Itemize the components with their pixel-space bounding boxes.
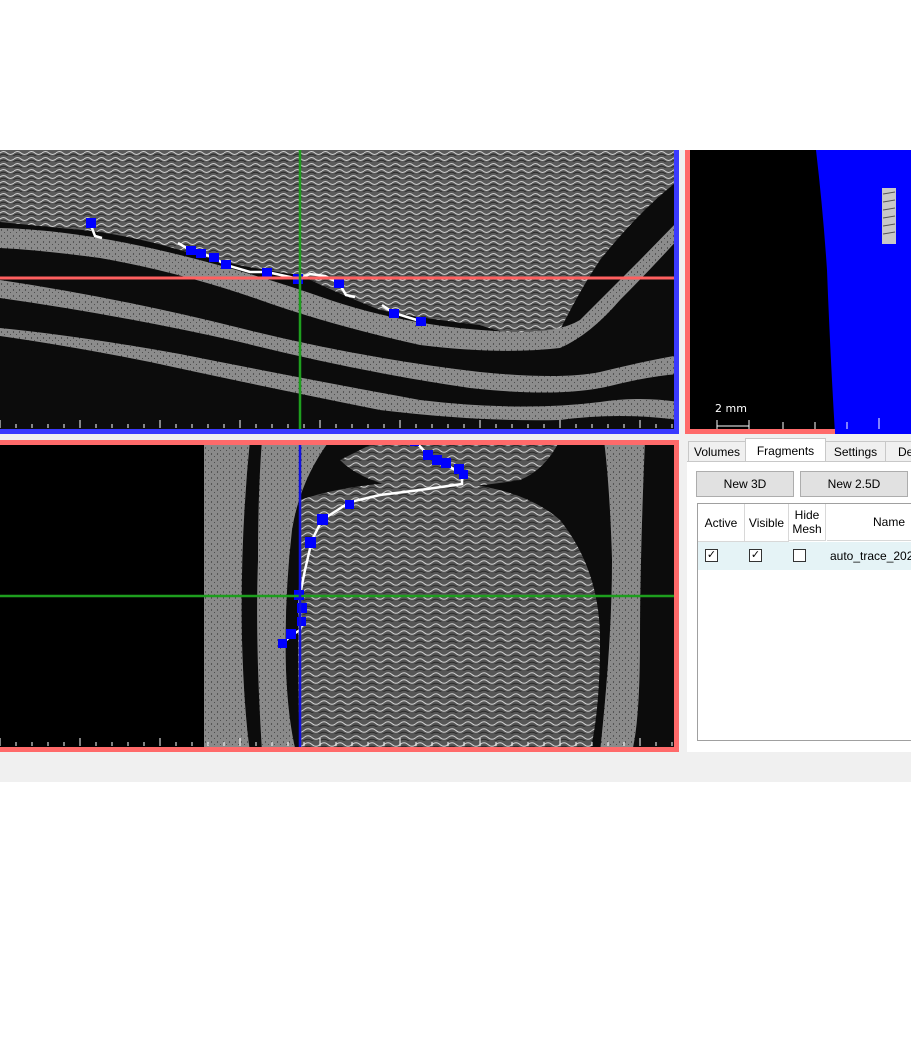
check-icon: ✓ — [750, 549, 761, 561]
overview-view[interactable]: 2 mm — [685, 150, 911, 434]
status-bar — [0, 752, 911, 782]
fragment-name[interactable]: auto_trace_2025 — [830, 542, 911, 570]
column-header-visible[interactable]: Visible — [745, 504, 789, 542]
tab-settings[interactable]: Settings — [825, 441, 886, 462]
tab-debug[interactable]: De — [885, 441, 911, 461]
tab-volumes[interactable]: Volumes — [688, 441, 746, 462]
tab-fragments[interactable]: Fragments — [745, 438, 826, 462]
yz-slice-image — [0, 440, 679, 752]
new-2-5d-fragment-button[interactable]: New 2.5D Fragment — [800, 471, 908, 515]
hide-mesh-checkbox[interactable] — [793, 549, 806, 562]
column-header-hide-mesh[interactable]: Hide Mesh — [789, 504, 826, 541]
scale-bar-label: 2 mm — [715, 402, 747, 415]
visible-checkbox[interactable]: ✓ — [749, 549, 762, 562]
column-header-name[interactable]: Name — [827, 504, 911, 541]
check-icon: ✓ — [706, 549, 717, 561]
yz-slice-view[interactable] — [0, 440, 679, 752]
active-checkbox[interactable]: ✓ — [705, 549, 718, 562]
xz-slice-view[interactable] — [0, 150, 679, 434]
xz-slice-image — [0, 150, 679, 434]
column-header-active[interactable]: Active — [698, 504, 745, 542]
new-3d-fragment-button[interactable]: New 3D Fragment — [696, 471, 794, 515]
overview-image — [685, 150, 911, 434]
